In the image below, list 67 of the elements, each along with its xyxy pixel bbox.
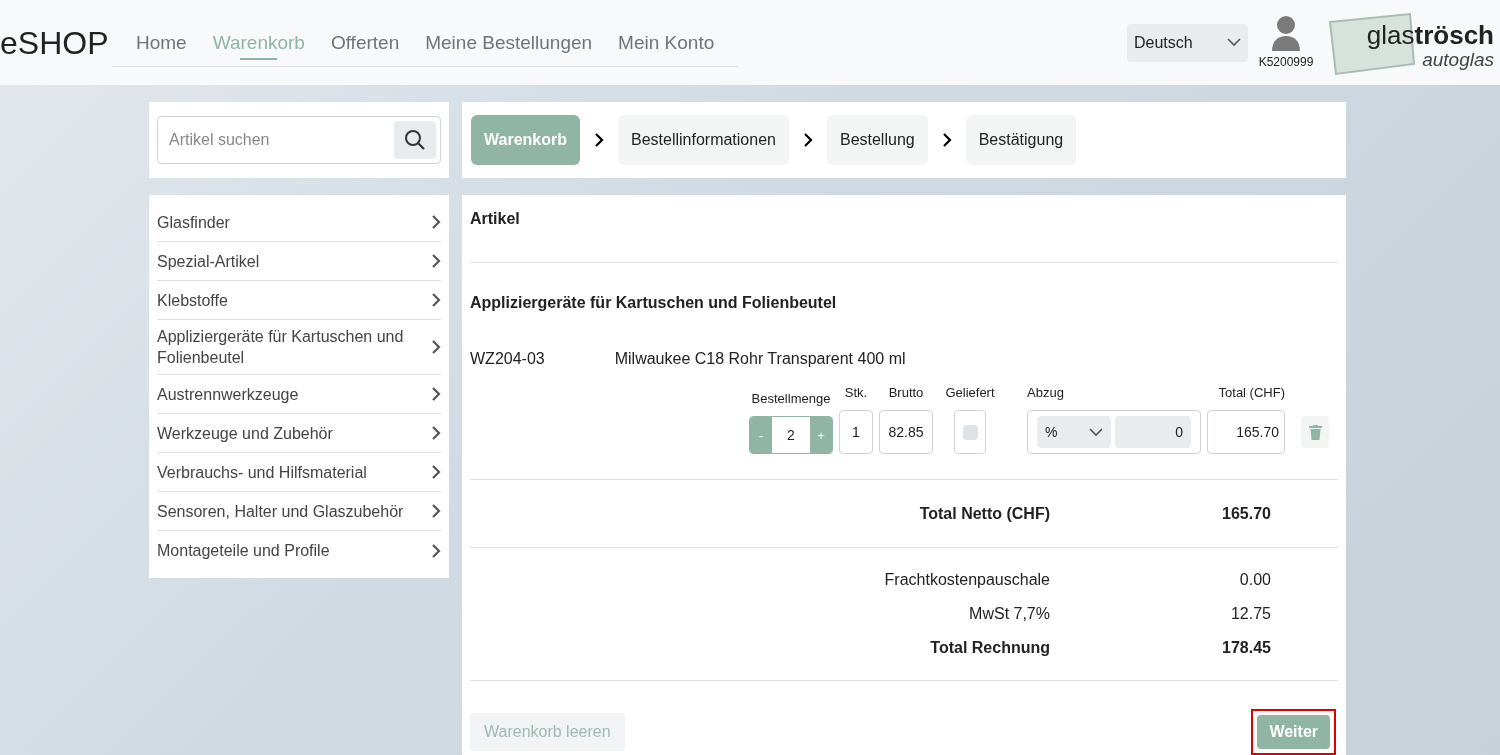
user-icon[interactable] xyxy=(1270,14,1302,51)
chevron-right-icon xyxy=(431,339,441,355)
step-tab[interactable]: Bestätigung xyxy=(965,115,1077,165)
summary-label: MwSt 7,7% xyxy=(968,604,1050,624)
column-header: Brutto xyxy=(887,383,925,402)
discount-field[interactable]: 0 xyxy=(1115,416,1191,449)
language-select[interactable]: Deutsch xyxy=(1127,23,1248,62)
category-item[interactable]: Werkzeuge und Zubehör xyxy=(157,414,441,453)
column-header: Geliefert xyxy=(944,383,996,402)
category-item[interactable]: Sensoren, Halter und Glaszubehör xyxy=(157,492,441,531)
summary-value: 178.45 xyxy=(1221,638,1271,658)
chevron-right-icon xyxy=(431,425,441,441)
summary-label: Frachtkostenpauschale xyxy=(883,570,1050,590)
summary-value: 12.75 xyxy=(1229,604,1271,624)
category-item[interactable]: Klebstoffe xyxy=(157,281,441,320)
brand-title: eSHOP xyxy=(0,23,110,63)
gross-price-field[interactable]: 82.85 xyxy=(879,410,933,455)
logo-subtitle: autoglas xyxy=(1422,49,1494,69)
category-item[interactable]: Appliziergeräte für Kartuschen und Folienbeutel xyxy=(157,320,441,375)
pieces-field[interactable]: 1 xyxy=(839,410,873,455)
glass-pane-logo-icon xyxy=(1326,11,1416,76)
chevron-down-icon xyxy=(1089,427,1103,437)
chevron-right-icon xyxy=(431,542,441,559)
chevron-right-icon xyxy=(431,464,441,480)
chevron-right-icon xyxy=(594,132,604,148)
net-total-label: Total Netto (CHF) xyxy=(918,503,1050,524)
customer-number: K5200999 xyxy=(1258,53,1314,71)
article-code: WZ204-03 xyxy=(470,348,545,369)
column-header: Total (CHF) xyxy=(1217,383,1285,402)
nav-link[interactable]: Mein Konto xyxy=(618,26,715,60)
search-field[interactable]: Artikel suchen xyxy=(157,116,441,164)
chevron-right-icon xyxy=(431,214,441,230)
column-header: Abzug xyxy=(1027,383,1065,402)
nav-link[interactable]: Home xyxy=(136,26,187,60)
chevron-right-icon xyxy=(431,292,441,308)
discount-unit-select[interactable]: % xyxy=(1037,416,1111,449)
quantity-value: 2 xyxy=(786,425,796,445)
category-item[interactable]: Verbrauchs- und Hilfsmaterial xyxy=(157,453,441,492)
category-item[interactable]: Austrennwerkzeuge xyxy=(157,375,441,414)
logo-wordmark: glaströsch xyxy=(1366,21,1494,48)
category-item[interactable]: Glasfinder xyxy=(157,203,441,242)
chevron-right-icon xyxy=(431,503,441,519)
search-icon xyxy=(404,129,426,151)
category-item[interactable]: Spezial-Artikel xyxy=(157,242,441,281)
chevron-down-icon xyxy=(1227,38,1241,47)
group-title: Appliziergeräte für Kartuschen und Folienbeutel xyxy=(470,292,838,313)
trash-icon xyxy=(1308,424,1322,440)
summary-label: Total Rechnung xyxy=(929,638,1050,658)
nav-link[interactable]: Meine Bestellungen xyxy=(425,26,593,60)
column-header: Bestellmenge xyxy=(750,389,832,408)
chevron-right-icon xyxy=(431,386,441,402)
chevron-right-icon xyxy=(802,132,813,148)
delivered-checkbox[interactable] xyxy=(962,424,978,440)
summary-value: 0.00 xyxy=(1238,570,1271,590)
step-tab[interactable]: Bestellung xyxy=(826,115,928,165)
nav-link[interactable]: Offerten xyxy=(330,26,400,60)
delete-button[interactable] xyxy=(1301,416,1329,449)
article-name: Milwaukee C18 Rohr Transparent 400 ml xyxy=(614,348,906,369)
search-button[interactable] xyxy=(394,121,436,159)
line-total-field[interactable]: 165.70 xyxy=(1207,410,1285,455)
chevron-right-icon xyxy=(431,253,441,269)
section-title: Artikel xyxy=(470,210,520,227)
chevron-right-icon xyxy=(941,132,952,148)
category-item[interactable]: Montageteile und Profile xyxy=(157,531,441,570)
column-header: Stk. xyxy=(843,383,869,402)
step-tab[interactable]: Bestellinformationen xyxy=(618,115,789,165)
net-total-value: 165.70 xyxy=(1221,503,1271,524)
